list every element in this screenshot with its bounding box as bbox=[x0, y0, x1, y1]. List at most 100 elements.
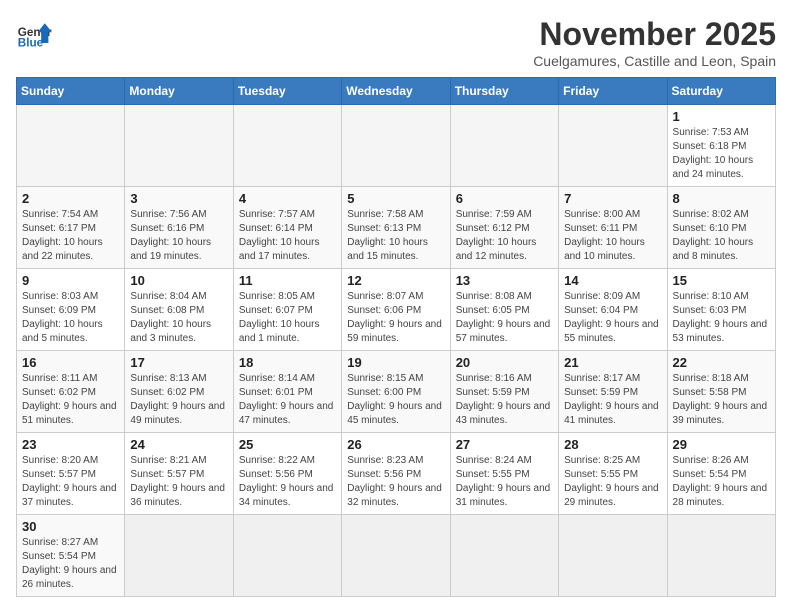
day-info: Sunrise: 7:56 AM Sunset: 6:16 PM Dayligh… bbox=[130, 208, 227, 264]
day-info: Sunrise: 8:14 AM Sunset: 6:01 PM Dayligh… bbox=[239, 372, 336, 428]
table-row bbox=[125, 105, 233, 187]
day-info: Sunrise: 8:02 AM Sunset: 6:10 PM Dayligh… bbox=[673, 208, 770, 264]
day-info: Sunrise: 8:18 AM Sunset: 5:58 PM Dayligh… bbox=[673, 372, 770, 428]
table-row: 10 Sunrise: 8:04 AM Sunset: 6:08 PM Dayli… bbox=[125, 269, 233, 351]
day-number: 25 bbox=[239, 437, 336, 452]
table-row: 28Sunrise: 8:25 AM Sunset: 5:55 PM Dayli… bbox=[559, 433, 667, 515]
calendar-row: 30 Sunrise: 8:27 AM Sunset: 5:54 PM Dayli… bbox=[17, 515, 776, 597]
day-info: Sunrise: 8:04 AM Sunset: 6:08 PM Dayligh… bbox=[130, 290, 227, 346]
table-row bbox=[667, 515, 775, 597]
svg-text:Blue: Blue bbox=[18, 37, 44, 50]
day-number: 27 bbox=[456, 437, 553, 452]
day-info: Sunrise: 8:13 AM Sunset: 6:02 PM Dayligh… bbox=[130, 372, 227, 428]
table-row: 9Sunrise: 8:03 AM Sunset: 6:09 PM Daylig… bbox=[17, 269, 125, 351]
day-info: Sunrise: 8:21 AM Sunset: 5:57 PM Dayligh… bbox=[130, 454, 227, 510]
table-row: 21 Sunrise: 8:17 AM Sunset: 5:59 PM Dayli… bbox=[559, 351, 667, 433]
day-info: Sunrise: 8:24 AM Sunset: 5:55 PM Dayligh… bbox=[456, 454, 553, 510]
day-info: Sunrise: 8:10 AM Sunset: 6:03 PM Dayligh… bbox=[673, 290, 770, 346]
header-sunday: Sunday bbox=[17, 78, 125, 105]
table-row: 6 Sunrise: 7:59 AM Sunset: 6:12 PM Daylig… bbox=[450, 187, 558, 269]
day-info: Sunrise: 8:08 AM Sunset: 6:05 PM Dayligh… bbox=[456, 290, 553, 346]
table-row: 8 Sunrise: 8:02 AM Sunset: 6:10 PM Daylig… bbox=[667, 187, 775, 269]
day-number: 14 bbox=[564, 273, 661, 288]
day-number: 7 bbox=[564, 191, 661, 206]
table-row: 23 Sunrise: 8:20 AM Sunset: 5:57 PM Dayli… bbox=[17, 433, 125, 515]
day-info: Sunrise: 7:59 AM Sunset: 6:12 PM Dayligh… bbox=[456, 208, 553, 264]
day-number: 24 bbox=[130, 437, 227, 452]
day-info: Sunrise: 7:57 AM Sunset: 6:14 PM Dayligh… bbox=[239, 208, 336, 264]
header-monday: Monday bbox=[125, 78, 233, 105]
month-title: November 2025 bbox=[533, 16, 776, 53]
calendar-row: 23 Sunrise: 8:20 AM Sunset: 5:57 PM Dayli… bbox=[17, 433, 776, 515]
table-row: 4 Sunrise: 7:57 AM Sunset: 6:14 PM Daylig… bbox=[233, 187, 341, 269]
day-number: 30 bbox=[22, 519, 119, 534]
table-row: 16 Sunrise: 8:11 AM Sunset: 6:02 PM Dayli… bbox=[17, 351, 125, 433]
calendar-row: 1 Sunrise: 7:53 AM Sunset: 6:18 PM Daylig… bbox=[17, 105, 776, 187]
table-row: 12 Sunrise: 8:07 AM Sunset: 6:06 PM Dayli… bbox=[342, 269, 450, 351]
day-number: 17 bbox=[130, 355, 227, 370]
table-row bbox=[559, 105, 667, 187]
page-header: General Blue November 2025 Cuelgamures, … bbox=[16, 16, 776, 69]
header-friday: Friday bbox=[559, 78, 667, 105]
table-row: 27 Sunrise: 8:24 AM Sunset: 5:55 PM Dayli… bbox=[450, 433, 558, 515]
day-info: Sunrise: 8:11 AM Sunset: 6:02 PM Dayligh… bbox=[22, 372, 119, 428]
table-row: 15 Sunrise: 8:10 AM Sunset: 6:03 PM Dayli… bbox=[667, 269, 775, 351]
day-info: Sunrise: 8:22 AM Sunset: 5:56 PM Dayligh… bbox=[239, 454, 336, 510]
day-number: 8 bbox=[673, 191, 770, 206]
table-row: 3Sunrise: 7:56 AM Sunset: 6:16 PM Daylig… bbox=[125, 187, 233, 269]
day-number: 9 bbox=[22, 273, 119, 288]
table-row: 11 Sunrise: 8:05 AM Sunset: 6:07 PM Dayli… bbox=[233, 269, 341, 351]
day-info: Sunrise: 7:58 AM Sunset: 6:13 PM Dayligh… bbox=[347, 208, 444, 264]
table-row bbox=[342, 105, 450, 187]
table-row bbox=[233, 105, 341, 187]
table-row: 2 Sunrise: 7:54 AM Sunset: 6:17 PM Daylig… bbox=[17, 187, 125, 269]
day-info: Sunrise: 7:53 AM Sunset: 6:18 PM Dayligh… bbox=[673, 126, 770, 182]
day-info: Sunrise: 8:17 AM Sunset: 5:59 PM Dayligh… bbox=[564, 372, 661, 428]
day-info: Sunrise: 8:07 AM Sunset: 6:06 PM Dayligh… bbox=[347, 290, 444, 346]
header-tuesday: Tuesday bbox=[233, 78, 341, 105]
day-number: 12 bbox=[347, 273, 444, 288]
day-info: Sunrise: 8:16 AM Sunset: 5:59 PM Dayligh… bbox=[456, 372, 553, 428]
calendar-table: Sunday Monday Tuesday Wednesday Thursday… bbox=[16, 77, 776, 597]
table-row: 7 Sunrise: 8:00 AM Sunset: 6:11 PM Daylig… bbox=[559, 187, 667, 269]
day-number: 16 bbox=[22, 355, 119, 370]
day-info: Sunrise: 8:00 AM Sunset: 6:11 PM Dayligh… bbox=[564, 208, 661, 264]
day-number: 6 bbox=[456, 191, 553, 206]
table-row: 26Sunrise: 8:23 AM Sunset: 5:56 PM Dayli… bbox=[342, 433, 450, 515]
day-number: 26 bbox=[347, 437, 444, 452]
header-thursday: Thursday bbox=[450, 78, 558, 105]
day-number: 2 bbox=[22, 191, 119, 206]
calendar-row: 2 Sunrise: 7:54 AM Sunset: 6:17 PM Daylig… bbox=[17, 187, 776, 269]
calendar-row: 9Sunrise: 8:03 AM Sunset: 6:09 PM Daylig… bbox=[17, 269, 776, 351]
day-info: Sunrise: 7:54 AM Sunset: 6:17 PM Dayligh… bbox=[22, 208, 119, 264]
day-number: 1 bbox=[673, 109, 770, 124]
day-info: Sunrise: 8:25 AM Sunset: 5:55 PM Dayligh… bbox=[564, 454, 661, 510]
day-info: Sunrise: 8:09 AM Sunset: 6:04 PM Dayligh… bbox=[564, 290, 661, 346]
day-number: 20 bbox=[456, 355, 553, 370]
day-number: 10 bbox=[130, 273, 227, 288]
table-row: 1 Sunrise: 7:53 AM Sunset: 6:18 PM Daylig… bbox=[667, 105, 775, 187]
table-row bbox=[559, 515, 667, 597]
table-row: 5Sunrise: 7:58 AM Sunset: 6:13 PM Daylig… bbox=[342, 187, 450, 269]
weekday-header-row: Sunday Monday Tuesday Wednesday Thursday… bbox=[17, 78, 776, 105]
day-number: 19 bbox=[347, 355, 444, 370]
table-row bbox=[17, 105, 125, 187]
day-info: Sunrise: 8:26 AM Sunset: 5:54 PM Dayligh… bbox=[673, 454, 770, 510]
day-info: Sunrise: 8:05 AM Sunset: 6:07 PM Dayligh… bbox=[239, 290, 336, 346]
location-title: Cuelgamures, Castille and Leon, Spain bbox=[533, 53, 776, 69]
day-number: 23 bbox=[22, 437, 119, 452]
table-row: 24 Sunrise: 8:21 AM Sunset: 5:57 PM Dayli… bbox=[125, 433, 233, 515]
day-number: 11 bbox=[239, 273, 336, 288]
logo: General Blue bbox=[16, 16, 52, 52]
day-info: Sunrise: 8:27 AM Sunset: 5:54 PM Dayligh… bbox=[22, 536, 119, 592]
day-number: 4 bbox=[239, 191, 336, 206]
table-row: 30 Sunrise: 8:27 AM Sunset: 5:54 PM Dayli… bbox=[17, 515, 125, 597]
table-row bbox=[450, 515, 558, 597]
table-row: 22Sunrise: 8:18 AM Sunset: 5:58 PM Dayli… bbox=[667, 351, 775, 433]
day-number: 15 bbox=[673, 273, 770, 288]
title-area: November 2025 Cuelgamures, Castille and … bbox=[533, 16, 776, 69]
day-number: 21 bbox=[564, 355, 661, 370]
table-row: 13Sunrise: 8:08 AM Sunset: 6:05 PM Dayli… bbox=[450, 269, 558, 351]
table-row: 19Sunrise: 8:15 AM Sunset: 6:00 PM Dayli… bbox=[342, 351, 450, 433]
day-info: Sunrise: 8:20 AM Sunset: 5:57 PM Dayligh… bbox=[22, 454, 119, 510]
